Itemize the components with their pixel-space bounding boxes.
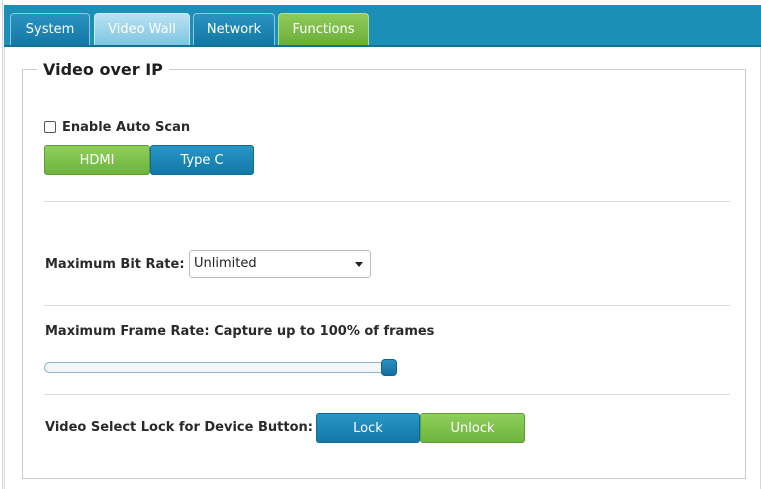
divider — [44, 394, 730, 395]
tab-system[interactable]: System — [10, 13, 90, 45]
tab-bar: System Video Wall Network Functions — [4, 5, 761, 47]
frame-rate-slider-handle[interactable] — [381, 359, 397, 376]
tab-video-wall[interactable]: Video Wall — [94, 13, 190, 45]
tab-functions[interactable]: Functions — [278, 13, 369, 45]
max-bit-rate-value: Unlimited — [194, 256, 257, 271]
section-title: Video over IP — [43, 60, 163, 79]
unlock-button[interactable]: Unlock — [420, 413, 525, 443]
auto-scan-checkbox[interactable] — [44, 121, 56, 133]
auto-scan-label: Enable Auto Scan — [62, 120, 191, 135]
divider — [44, 305, 730, 306]
divider — [44, 201, 730, 202]
hdmi-button[interactable]: HDMI — [44, 145, 150, 175]
type-c-button[interactable]: Type C — [150, 145, 254, 175]
video-select-lock-label: Video Select Lock for Device Button: — [45, 420, 313, 435]
max-bit-rate-select[interactable]: Unlimited — [189, 250, 371, 278]
tab-network[interactable]: Network — [193, 13, 275, 45]
chevron-down-icon — [355, 262, 363, 267]
max-frame-rate-label: Maximum Frame Rate: Capture up to 100% o… — [45, 324, 435, 339]
max-bit-rate-label: Maximum Bit Rate: — [45, 257, 185, 272]
frame-rate-slider-track[interactable] — [44, 362, 396, 373]
lock-button[interactable]: Lock — [316, 413, 420, 443]
